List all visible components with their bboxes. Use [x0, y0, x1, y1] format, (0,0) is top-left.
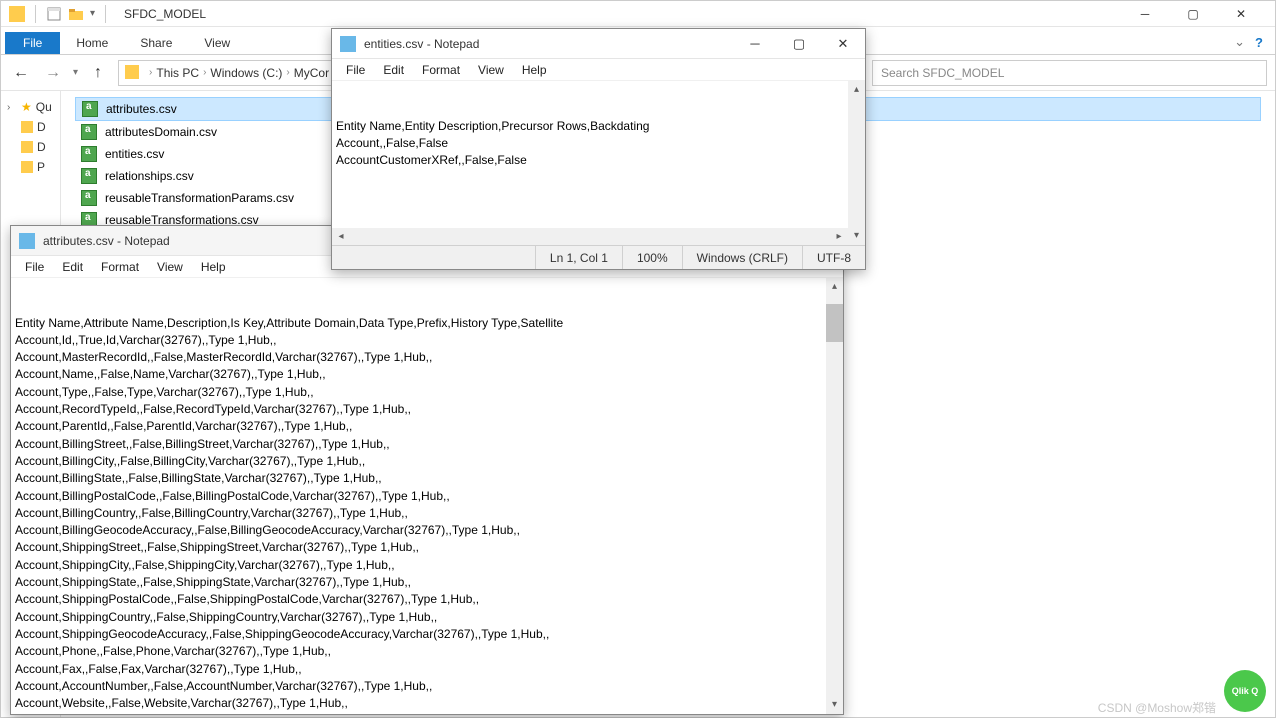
scroll-up-icon[interactable]: ▴ — [848, 81, 865, 99]
status-cursor-pos: Ln 1, Col 1 — [535, 246, 622, 269]
maximize-button[interactable]: ▢ — [1175, 4, 1211, 24]
tab-home[interactable]: Home — [60, 32, 124, 54]
csv-icon — [81, 190, 97, 206]
maximize-button[interactable]: ▢ — [777, 29, 821, 59]
nav-forward-button[interactable]: → — [41, 61, 65, 85]
menu-edit[interactable]: Edit — [54, 258, 91, 276]
csv-icon — [81, 124, 97, 140]
notepad-icon — [19, 233, 35, 249]
tree-item[interactable]: P — [3, 157, 58, 177]
help-icon[interactable]: ? — [1255, 35, 1263, 50]
menu-view[interactable]: View — [470, 61, 512, 79]
close-button[interactable]: ✕ — [821, 29, 865, 59]
close-button[interactable]: ✕ — [1223, 4, 1259, 24]
breadcrumb: Windows (C:)› — [210, 66, 289, 80]
scroll-left-icon[interactable]: ◂ — [332, 228, 350, 245]
notepad-window-attributes: attributes.csv - Notepad File Edit Forma… — [10, 225, 844, 715]
csv-icon — [81, 146, 97, 162]
folder-icon — [9, 6, 25, 22]
nav-back-button[interactable]: ← — [9, 61, 33, 85]
tab-view[interactable]: View — [188, 32, 246, 54]
folder-icon — [21, 121, 33, 133]
chevron-right-icon[interactable]: › — [203, 67, 206, 78]
window-controls: ─ ▢ ✕ — [1111, 4, 1275, 24]
qat-customize-caret[interactable]: ▾ — [90, 8, 95, 19]
menu-file[interactable]: File — [17, 258, 52, 276]
horizontal-scrollbar[interactable]: ◂ ▸ — [332, 228, 848, 245]
status-line-ending: Windows (CRLF) — [682, 246, 802, 269]
chevron-right-icon[interactable]: › — [149, 67, 152, 78]
vertical-scrollbar[interactable]: ▴ ▾ — [826, 278, 843, 714]
tab-file[interactable]: File — [5, 32, 60, 54]
search-input[interactable]: Search SFDC_MODEL — [872, 60, 1267, 86]
scroll-down-icon[interactable]: ▾ — [826, 696, 843, 714]
menu-help[interactable]: Help — [193, 258, 234, 276]
tree-item[interactable]: D — [3, 137, 58, 157]
separator — [35, 5, 36, 23]
quick-access-toolbar: ▾ — [1, 5, 118, 23]
folder-icon — [21, 141, 33, 153]
tree-item[interactable]: D — [3, 117, 58, 137]
csv-icon — [82, 101, 98, 117]
star-icon: ★ — [21, 100, 32, 114]
text-content: Entity Name,Attribute Name,Description,I… — [15, 315, 839, 714]
menu-view[interactable]: View — [149, 258, 191, 276]
text-content: Entity Name,Entity Description,Precursor… — [336, 118, 861, 170]
notepad-titlebar[interactable]: entities.csv - Notepad ─ ▢ ✕ — [332, 29, 865, 59]
status-spacer — [332, 246, 535, 269]
vertical-scrollbar[interactable]: ▴ ▾ — [848, 81, 865, 245]
qlik-badge-icon[interactable]: Qlik Q — [1224, 670, 1266, 712]
minimize-button[interactable]: ─ — [1127, 4, 1163, 24]
watermark-text: CSDN @Moshow郑锴 — [1098, 699, 1216, 716]
status-encoding: UTF-8 — [802, 246, 865, 269]
explorer-titlebar[interactable]: ▾ SFDC_MODEL ─ ▢ ✕ — [1, 1, 1275, 27]
menu-help[interactable]: Help — [514, 61, 555, 79]
scroll-down-icon[interactable]: ▾ — [848, 227, 865, 245]
notepad-icon — [340, 36, 356, 52]
properties-icon[interactable] — [46, 6, 62, 22]
nav-up-button[interactable]: ↑ — [86, 61, 110, 85]
folder-icon — [21, 161, 33, 173]
breadcrumb: MyCor — [294, 66, 329, 80]
explorer-window-title: SFDC_MODEL — [124, 7, 206, 21]
tab-share[interactable]: Share — [124, 32, 188, 54]
new-folder-icon[interactable] — [68, 6, 84, 22]
notepad-textarea[interactable]: Entity Name,Attribute Name,Description,I… — [11, 278, 843, 714]
notepad-title: entities.csv - Notepad — [364, 37, 479, 51]
csv-icon — [81, 168, 97, 184]
scroll-right-icon[interactable]: ▸ — [830, 228, 848, 245]
notepad-menubar: File Edit Format View Help — [332, 59, 865, 81]
separator — [105, 5, 106, 23]
menu-format[interactable]: Format — [93, 258, 147, 276]
scroll-up-icon[interactable]: ▴ — [826, 278, 843, 296]
menu-format[interactable]: Format — [414, 61, 468, 79]
notepad-title: attributes.csv - Notepad — [43, 234, 170, 248]
menu-file[interactable]: File — [338, 61, 373, 79]
notepad-window-entities: entities.csv - Notepad ─ ▢ ✕ File Edit F… — [331, 28, 866, 270]
status-zoom: 100% — [622, 246, 682, 269]
notepad-textarea[interactable]: Entity Name,Entity Description,Precursor… — [332, 81, 865, 245]
breadcrumb: This PC› — [156, 66, 206, 80]
nav-history-caret[interactable]: ▾ — [73, 67, 78, 78]
notepad-statusbar: Ln 1, Col 1 100% Windows (CRLF) UTF-8 — [332, 245, 865, 269]
scrollbar-thumb[interactable] — [826, 304, 843, 342]
menu-edit[interactable]: Edit — [375, 61, 412, 79]
chevron-right-icon[interactable]: › — [286, 67, 289, 78]
ribbon-expand-icon[interactable]: ⌄ — [1234, 34, 1245, 50]
minimize-button[interactable]: ─ — [733, 29, 777, 59]
folder-icon — [125, 65, 141, 81]
tree-item-quick-access[interactable]: ›★Qu — [3, 97, 58, 117]
